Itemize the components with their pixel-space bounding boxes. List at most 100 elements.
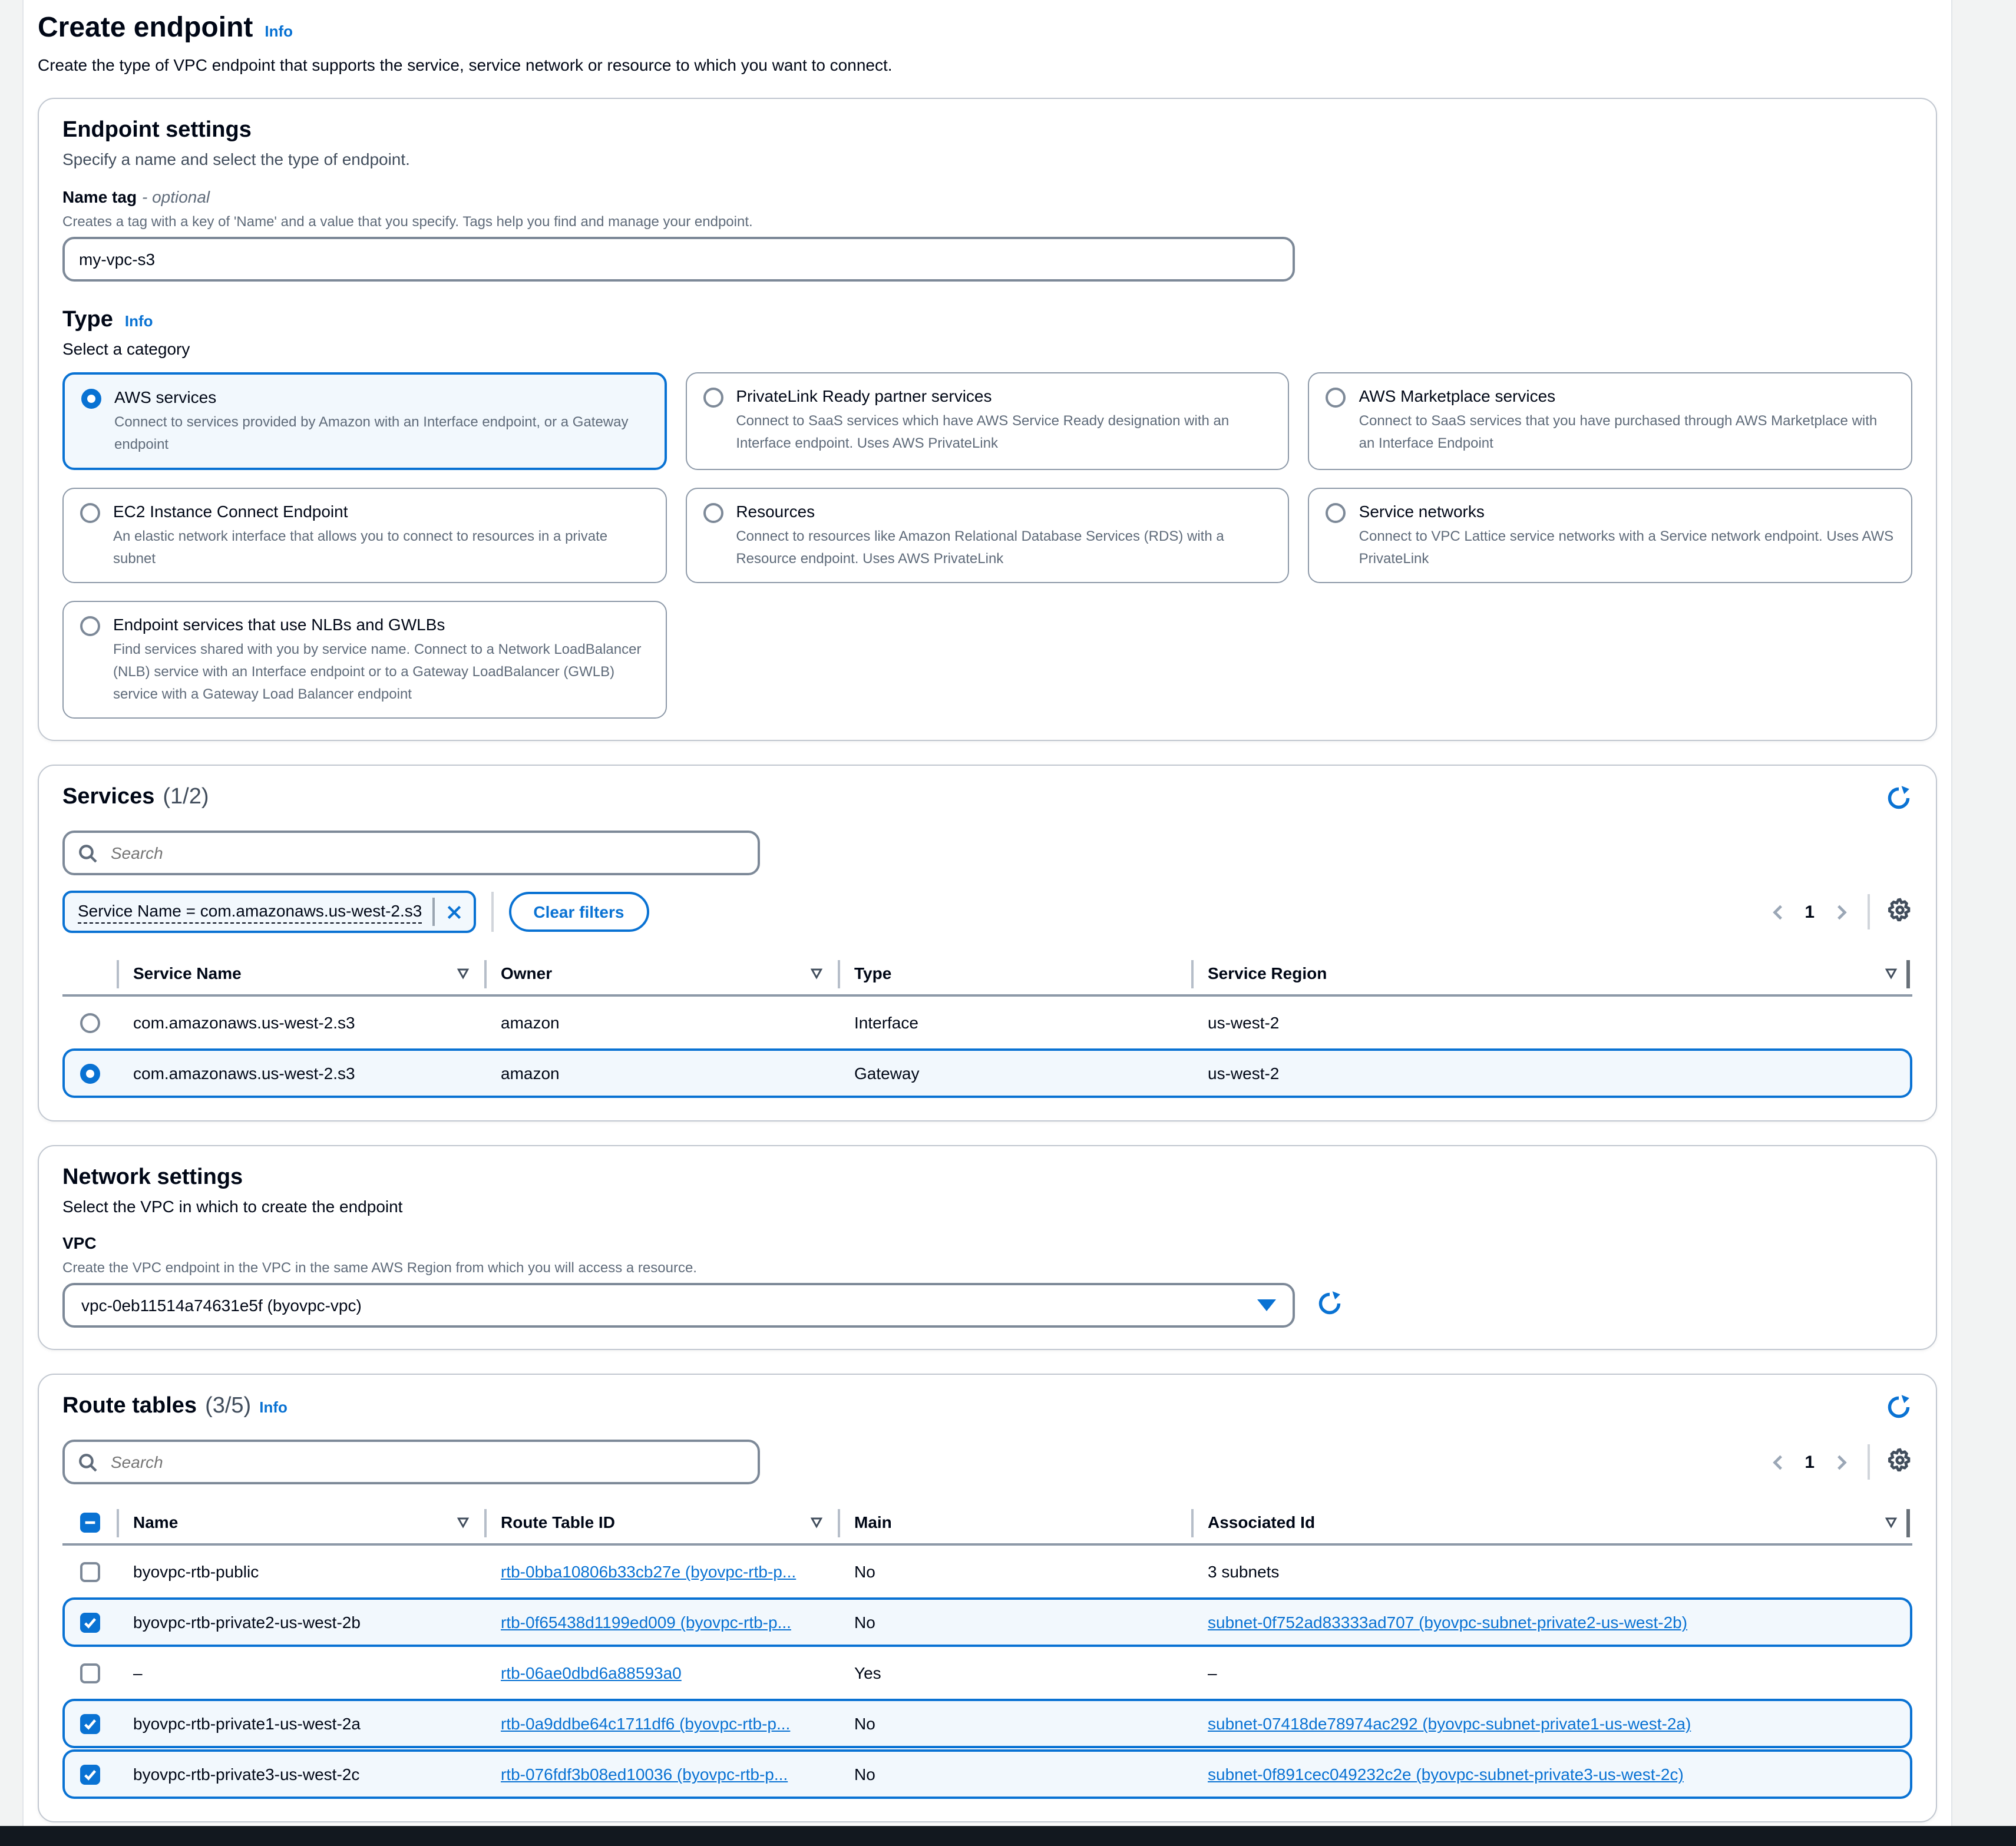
radio-aws-services[interactable] [81, 389, 101, 409]
route-tables-info-link[interactable]: Info [259, 1398, 287, 1416]
subnets-popover-trigger[interactable]: 3 subnets [1208, 1562, 1279, 1581]
main-cell: No [838, 1613, 1191, 1632]
refresh-icon [1885, 1394, 1912, 1421]
sort-icon[interactable] [456, 1515, 470, 1529]
subnet-link[interactable]: subnet-0f891cec049232c2e (byovpc-subnet-… [1208, 1765, 1684, 1784]
table-row[interactable]: byovpc-rtb-public rtb-0bba10806b33cb27e … [62, 1547, 1912, 1596]
column-header-associated-id[interactable]: Associated Id [1191, 1501, 1912, 1543]
type-option-ec2-instance-connect[interactable]: EC2 Instance Connect Endpoint An elastic… [62, 488, 666, 583]
route-tables-prev-page-button[interactable] [1769, 1453, 1787, 1471]
column-header-owner[interactable]: Owner [484, 952, 838, 994]
clear-filters-button[interactable]: Clear filters [508, 892, 649, 932]
sort-icon[interactable] [809, 1515, 824, 1529]
type-option-service-networks[interactable]: Service networks Connect to VPC Lattice … [1308, 488, 1912, 583]
radio-nlb-gwlb-services[interactable] [80, 617, 100, 637]
page-title: Create endpoint [38, 12, 253, 45]
sort-icon[interactable] [456, 966, 470, 980]
type-option-nlb-gwlb-services[interactable]: Endpoint services that use NLBs and GWLB… [62, 601, 666, 719]
route-tables-page-number[interactable]: 1 [1805, 1452, 1815, 1472]
column-header-name[interactable]: Name [117, 1501, 484, 1543]
services-refresh-button[interactable] [1885, 785, 1912, 815]
table-row[interactable]: com.amazonaws.us-west-2.s3 amazon Interf… [62, 998, 1912, 1047]
name-cell: byovpc-rtb-private1-us-west-2a [117, 1714, 484, 1733]
refresh-icon [1885, 785, 1912, 812]
main-cell: No [838, 1765, 1191, 1784]
column-header-service-region[interactable]: Service Region [1191, 952, 1912, 994]
services-page-number[interactable]: 1 [1805, 902, 1815, 922]
services-prev-page-button[interactable] [1769, 903, 1787, 921]
page-subtitle: Create the type of VPC endpoint that sup… [38, 55, 1944, 74]
subnet-link[interactable]: subnet-07418de78974ac292 (byovpc-subnet-… [1208, 1714, 1691, 1733]
services-preferences-button[interactable] [1888, 898, 1912, 926]
type-description: Select a category [62, 339, 1912, 358]
radio-ec2-instance-connect[interactable] [80, 503, 100, 523]
radio-privatelink-partner[interactable] [703, 388, 723, 408]
row-checkbox[interactable] [80, 1713, 100, 1733]
column-header-service-name[interactable]: Service Name [117, 952, 484, 994]
table-row[interactable]: – rtb-06ae0dbd6a88593a0 Yes – [62, 1648, 1912, 1698]
type-option-resources[interactable]: Resources Connect to resources like Amaz… [685, 488, 1289, 583]
vpc-select[interactable]: vpc-0eb11514a74631e5f (byovpc-vpc) [62, 1283, 1295, 1328]
table-row-selected[interactable]: byovpc-rtb-private3-us-west-2c rtb-076fd… [62, 1749, 1912, 1799]
type-cell: Gateway [838, 1064, 1191, 1083]
page-info-link[interactable]: Info [265, 22, 293, 40]
services-search[interactable] [62, 831, 760, 875]
sort-icon[interactable] [1884, 1515, 1898, 1529]
row-checkbox[interactable] [80, 1562, 100, 1582]
row-radio[interactable] [80, 1013, 100, 1033]
route-tables-next-page-button[interactable] [1832, 1453, 1850, 1471]
row-checkbox[interactable] [80, 1764, 100, 1784]
row-checkbox[interactable] [80, 1612, 100, 1632]
name-cell: byovpc-rtb-public [117, 1562, 484, 1581]
radio-marketplace[interactable] [1326, 388, 1346, 408]
type-option-marketplace[interactable]: AWS Marketplace services Connect to SaaS… [1308, 372, 1912, 470]
route-table-id-link[interactable]: rtb-0f65438d1199ed009 (byovpc-rtb-p... [501, 1613, 791, 1632]
name-cell: – [117, 1663, 484, 1682]
sort-icon[interactable] [809, 966, 824, 980]
services-search-input[interactable] [108, 842, 745, 864]
type-info-link[interactable]: Info [125, 312, 153, 330]
subnet-link[interactable]: subnet-0f752ad83333ad707 (byovpc-subnet-… [1208, 1613, 1687, 1632]
table-row-selected[interactable]: com.amazonaws.us-west-2.s3 amazon Gatewa… [62, 1048, 1912, 1098]
tile-description: Connect to SaaS services that you have p… [1359, 410, 1895, 454]
radio-resources[interactable] [703, 503, 723, 523]
filter-token-dismiss-button[interactable] [445, 903, 462, 921]
tile-description: Connect to SaaS services which have AWS … [736, 410, 1271, 454]
row-checkbox[interactable] [80, 1663, 100, 1683]
table-row-selected[interactable]: byovpc-rtb-private1-us-west-2a rtb-0a9dd… [62, 1699, 1912, 1748]
route-tables-search-input[interactable] [108, 1451, 745, 1473]
route-table-id-link[interactable]: rtb-076fdf3b08ed10036 (byovpc-rtb-p... [501, 1765, 788, 1784]
services-filter-token[interactable]: Service Name = com.amazonaws.us-west-2.s… [62, 891, 475, 933]
route-tables-preferences-button[interactable] [1888, 1448, 1912, 1476]
gear-icon [1888, 1448, 1912, 1473]
name-tag-label: Name tag [62, 187, 137, 206]
filter-token-label: Service Name = com.amazonaws.us-west-2.s… [78, 901, 422, 923]
column-header-type[interactable]: Type [838, 952, 1191, 994]
name-tag-input[interactable] [62, 237, 1295, 282]
chevron-right-icon [1832, 903, 1850, 921]
type-option-privatelink-partner[interactable]: PrivateLink Ready partner services Conne… [685, 372, 1289, 470]
table-row-selected[interactable]: byovpc-rtb-private2-us-west-2b rtb-0f654… [62, 1597, 1912, 1647]
row-radio[interactable] [80, 1064, 100, 1084]
bottom-scrollbar[interactable] [0, 1826, 2016, 1846]
route-tables-refresh-button[interactable] [1885, 1394, 1912, 1424]
type-option-aws-services[interactable]: AWS services Connect to services provide… [62, 372, 666, 470]
owner-cell: amazon [484, 1064, 838, 1083]
check-icon [82, 1615, 97, 1630]
name-tag-optional-label: - optional [142, 187, 210, 206]
route-table-id-link[interactable]: rtb-0a9ddbe64c1711df6 (byovpc-rtb-p... [501, 1714, 790, 1733]
vpc-refresh-button[interactable] [1316, 1290, 1343, 1321]
check-icon [82, 1766, 97, 1782]
endpoint-settings-description: Specify a name and select the type of en… [62, 150, 1912, 168]
type-options-grid: AWS services Connect to services provide… [62, 372, 1912, 719]
radio-service-networks[interactable] [1326, 503, 1346, 523]
sort-icon[interactable] [1884, 966, 1898, 980]
route-tables-search[interactable] [62, 1440, 760, 1484]
associated-id-cell: – [1191, 1663, 1912, 1682]
route-table-id-link[interactable]: rtb-06ae0dbd6a88593a0 [501, 1663, 682, 1682]
column-header-main[interactable]: Main [838, 1501, 1191, 1543]
services-next-page-button[interactable] [1832, 903, 1850, 921]
column-header-route-table-id[interactable]: Route Table ID [484, 1501, 838, 1543]
select-all-checkbox[interactable] [80, 1512, 100, 1532]
route-table-id-link[interactable]: rtb-0bba10806b33cb27e (byovpc-rtb-p... [501, 1562, 796, 1581]
